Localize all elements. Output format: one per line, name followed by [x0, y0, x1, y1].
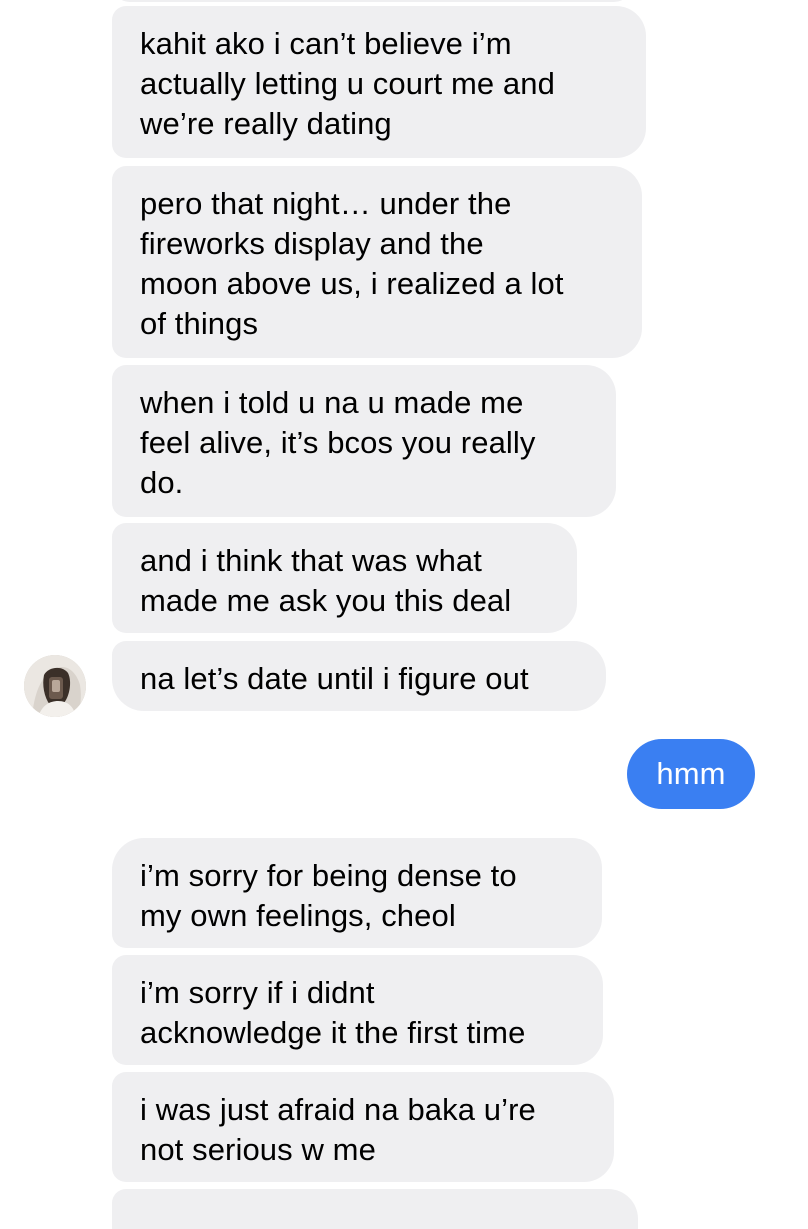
contact-avatar[interactable]: [24, 655, 86, 717]
incoming-message-bubble[interactable]: when i told u na u made me feel alive, i…: [112, 365, 616, 517]
incoming-message-bubble[interactable]: pero that night… under the fireworks dis…: [112, 166, 642, 358]
incoming-message-bubble[interactable]: i’m sorry if i didnt acknowledge it the …: [112, 955, 603, 1065]
incoming-message-bubble[interactable]: i was just afraid na baka u’re not serio…: [112, 1072, 614, 1182]
incoming-message-bubble[interactable]: na let’s date until i figure out: [112, 641, 606, 711]
message-thread: kahit ako i can’t believe i’m actually l…: [0, 0, 808, 1229]
avatar-photo-icon: [24, 655, 86, 717]
message-bubble-partial-top[interactable]: [112, 0, 632, 2]
outgoing-message-bubble[interactable]: hmm: [627, 739, 755, 809]
incoming-message-bubble[interactable]: i’m sorry for being dense to my own feel…: [112, 838, 602, 948]
message-bubble-partial-bottom[interactable]: [112, 1189, 638, 1229]
incoming-message-bubble[interactable]: and i think that was what made me ask yo…: [112, 523, 577, 633]
incoming-message-bubble[interactable]: kahit ako i can’t believe i’m actually l…: [112, 6, 646, 158]
